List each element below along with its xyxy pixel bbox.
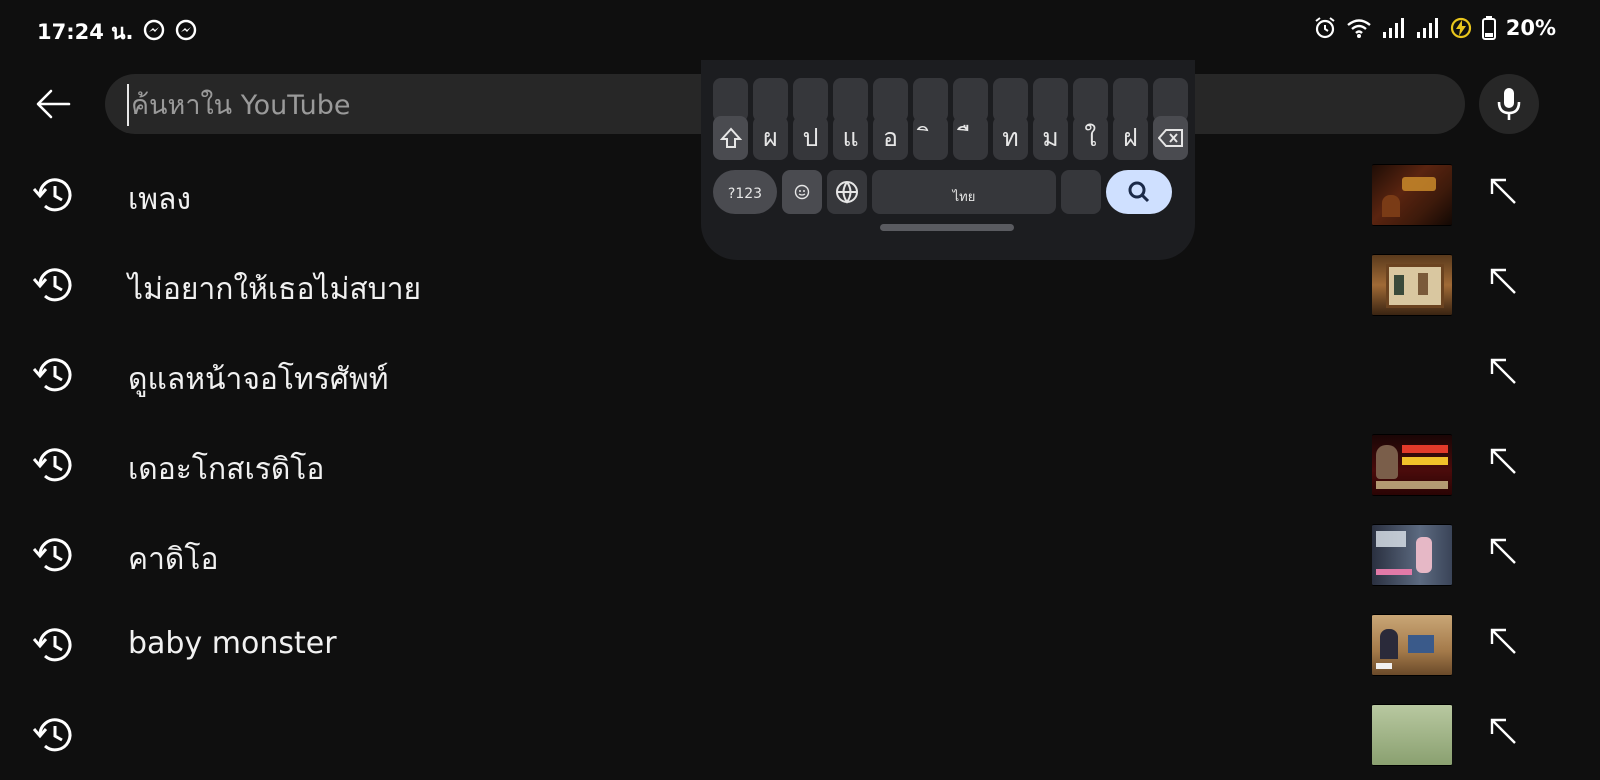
battery-icon <box>1481 16 1496 40</box>
search-icon <box>1128 181 1150 203</box>
floating-keyboard[interactable]: ผ ป แ อ ิ ื ท ม ใ ฝ ?123 ไทย <box>701 60 1195 260</box>
battery-percent: 20% <box>1505 16 1556 40</box>
video-thumbnail <box>1372 434 1452 496</box>
history-item[interactable]: เดอะโกสเรดิโอ <box>0 420 1600 510</box>
emoji-key[interactable] <box>782 170 822 214</box>
video-thumbnail <box>1372 614 1452 676</box>
video-thumbnail <box>1372 254 1452 316</box>
history-query: ไม่อยากให้เธอไม่สบาย <box>128 272 422 307</box>
status-bar: 17:24 น. 20% <box>0 0 1600 60</box>
period-key[interactable] <box>1061 170 1101 214</box>
history-icon <box>31 625 75 669</box>
fill-query-arrow-icon[interactable] <box>1488 446 1518 480</box>
backspace-key[interactable] <box>1153 116 1188 160</box>
fill-query-arrow-icon[interactable] <box>1488 176 1518 210</box>
fill-query-arrow-icon[interactable] <box>1488 716 1518 750</box>
history-query: เดอะโกสเรดิโอ <box>128 452 325 487</box>
history-icon <box>31 445 75 489</box>
messenger-icon <box>143 19 165 41</box>
history-icon <box>31 265 75 309</box>
keyboard-row-2: ผ ป แ อ ิ ื ท ม ใ ฝ <box>713 116 1188 160</box>
history-query: คาดิโอ <box>128 542 219 577</box>
keyboard-key[interactable]: ฝ <box>1113 116 1148 160</box>
emoji-icon <box>794 184 810 200</box>
fill-query-arrow-icon[interactable] <box>1488 266 1518 300</box>
wifi-icon <box>1346 17 1372 39</box>
symbols-key[interactable]: ?123 <box>713 170 777 214</box>
history-icon <box>31 715 75 759</box>
globe-icon <box>836 181 858 204</box>
system-icons: 20% <box>1314 16 1556 40</box>
fill-query-arrow-icon[interactable] <box>1488 626 1518 660</box>
charging-icon <box>1450 17 1472 39</box>
backspace-icon <box>1157 129 1183 147</box>
video-thumbnail <box>1372 704 1452 766</box>
history-query: เพลง <box>128 182 192 217</box>
language-key[interactable] <box>827 170 867 214</box>
microphone-icon <box>1497 88 1521 120</box>
history-item[interactable] <box>0 690 1600 780</box>
messenger-icon <box>175 19 197 41</box>
history-icon <box>31 175 75 219</box>
keyboard-key[interactable]: ม <box>1033 116 1068 160</box>
voice-search-button[interactable] <box>1479 74 1539 134</box>
keyboard-key[interactable]: ใ <box>1073 116 1108 160</box>
history-query: baby monster <box>128 626 337 661</box>
video-thumbnail <box>1372 164 1452 226</box>
history-query: ดูแลหน้าจอโทรศัพท์ <box>128 362 389 397</box>
keyboard-key[interactable]: ื <box>953 116 988 160</box>
back-arrow-icon <box>36 89 71 119</box>
signal-icon <box>1416 17 1440 39</box>
search-key[interactable] <box>1106 170 1172 214</box>
space-key[interactable]: ไทย <box>872 170 1056 214</box>
alarm-icon <box>1314 16 1336 40</box>
keyboard-drag-handle[interactable] <box>880 224 1014 231</box>
search-input[interactable] <box>127 84 733 126</box>
keyboard-key[interactable]: ผ <box>753 116 788 160</box>
keyboard-key[interactable]: ป <box>793 116 828 160</box>
back-button[interactable] <box>28 76 78 132</box>
history-icon <box>31 355 75 399</box>
history-item[interactable]: baby monster <box>0 600 1600 690</box>
notification-icons <box>143 19 197 41</box>
shift-icon <box>719 127 742 148</box>
keyboard-key[interactable]: ิ <box>913 116 948 160</box>
keyboard-key[interactable]: อ <box>873 116 908 160</box>
fill-query-arrow-icon[interactable] <box>1488 536 1518 570</box>
video-thumbnail <box>1372 524 1452 586</box>
shift-key[interactable] <box>713 116 748 160</box>
signal-icon <box>1382 17 1406 39</box>
history-icon <box>31 535 75 579</box>
fill-query-arrow-icon[interactable] <box>1488 356 1518 390</box>
history-item[interactable]: คาดิโอ <box>0 510 1600 600</box>
history-item[interactable]: ดูแลหน้าจอโทรศัพท์ <box>0 330 1600 420</box>
status-time: 17:24 น. <box>37 20 134 44</box>
keyboard-key[interactable]: แ <box>833 116 868 160</box>
keyboard-key[interactable]: ท <box>993 116 1028 160</box>
keyboard-row-3: ?123 ไทย <box>713 170 1172 214</box>
